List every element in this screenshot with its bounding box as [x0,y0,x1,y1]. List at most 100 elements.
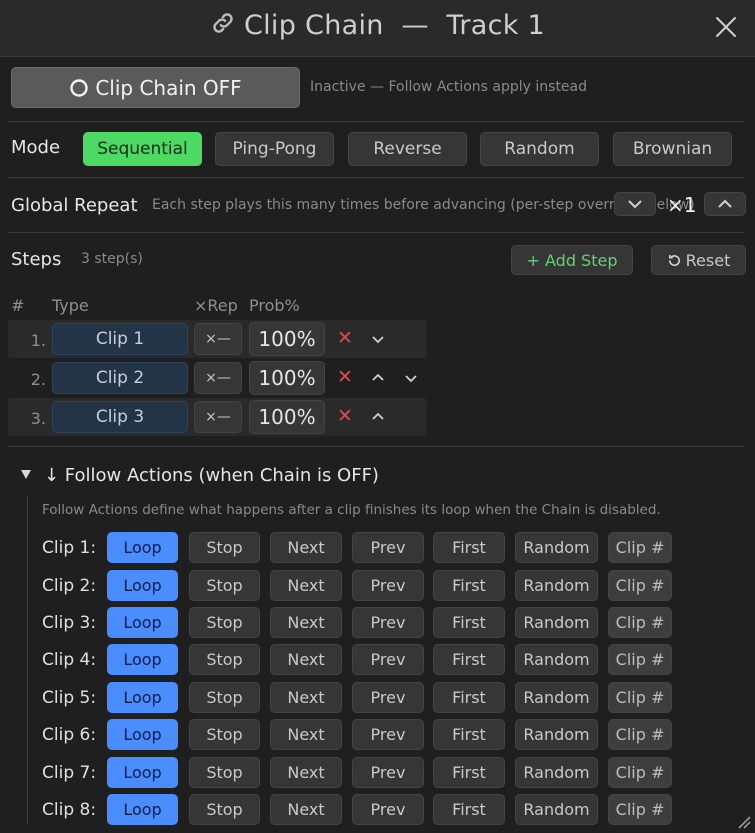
follow-action-random-button[interactable]: Random [515,607,598,638]
follow-action-first-button[interactable]: First [433,607,505,638]
title-bar: Clip Chain — Track 1 [0,0,755,57]
step-probability-field[interactable]: 100% [249,361,325,395]
follow-action-clip-button[interactable]: Clip # [608,570,672,601]
move-step-up-button[interactable] [371,412,385,421]
follow-action-prev-button[interactable]: Prev [352,570,424,601]
move-step-up-button[interactable] [371,373,385,382]
follow-action-clip-button[interactable]: Clip # [608,532,672,563]
follow-action-prev-button[interactable]: Prev [352,757,424,788]
circle-icon [70,78,89,97]
follow-action-loop-button[interactable]: Loop [107,757,178,788]
follow-action-stop-button[interactable]: Stop [189,682,260,713]
follow-action-prev-button[interactable]: Prev [352,719,424,750]
mode-option-reverse[interactable]: Reverse [348,132,467,166]
mode-option-ping-pong[interactable]: Ping-Pong [215,132,334,166]
follow-action-random-button[interactable]: Random [515,719,598,750]
follow-action-loop-button[interactable]: Loop [107,532,178,563]
global-repeat-value: ×1 [667,193,697,217]
follow-action-stop-button[interactable]: Stop [189,719,260,750]
step-repeat-field[interactable]: ×— [194,401,242,433]
follow-action-clip-button[interactable]: Clip # [608,794,672,825]
follow-action-clip-button[interactable]: Clip # [608,644,672,675]
follow-action-clip-button[interactable]: Clip # [608,607,672,638]
follow-action-first-button[interactable]: First [433,570,505,601]
follow-action-first-button[interactable]: First [433,682,505,713]
follow-action-clip-button[interactable]: Clip # [608,719,672,750]
follow-action-first-button[interactable]: First [433,719,505,750]
steps-label: Steps [11,249,62,270]
global-repeat-decrement-button[interactable] [614,192,656,216]
follow-action-next-button[interactable]: Next [270,757,342,788]
follow-action-next-button[interactable]: Next [270,682,342,713]
follow-action-random-button[interactable]: Random [515,757,598,788]
clip-chain-window: Clip Chain — Track 1 Clip Chain OFF Inac… [0,0,755,833]
mode-option-sequential[interactable]: Sequential [83,132,202,166]
follow-action-first-button[interactable]: First [433,757,505,788]
follow-action-prev-button[interactable]: Prev [352,644,424,675]
follow-action-next-button[interactable]: Next [270,719,342,750]
window-title-track: Track 1 [446,10,546,41]
chevron-down-icon [628,200,642,209]
follow-action-next-button[interactable]: Next [270,570,342,601]
follow-action-random-button[interactable]: Random [515,682,598,713]
step-probability-field[interactable]: 100% [249,322,325,356]
follow-action-clip-label: Clip 4: [42,650,97,670]
delete-step-button[interactable]: ✕ [337,366,353,388]
follow-action-prev-button[interactable]: Prev [352,682,424,713]
follow-action-stop-button[interactable]: Stop [189,644,260,675]
follow-action-next-button[interactable]: Next [270,532,342,563]
follow-action-loop-button[interactable]: Loop [107,607,178,638]
follow-action-stop-button[interactable]: Stop [189,794,260,825]
mode-option-brownian[interactable]: Brownian [613,132,732,166]
reset-button[interactable]: Reset [651,245,746,275]
follow-action-stop-button[interactable]: Stop [189,532,260,563]
follow-action-random-button[interactable]: Random [515,532,598,563]
step-probability-field[interactable]: 100% [249,400,325,434]
mode-option-random[interactable]: Random [480,132,599,166]
follow-action-loop-button[interactable]: Loop [107,719,178,750]
move-step-down-button[interactable] [371,335,385,344]
follow-action-first-button[interactable]: First [433,532,505,563]
follow-action-random-button[interactable]: Random [515,570,598,601]
follow-action-prev-button[interactable]: Prev [352,607,424,638]
follow-action-clip-button[interactable]: Clip # [608,757,672,788]
divider [8,446,745,447]
follow-action-stop-button[interactable]: Stop [189,607,260,638]
step-clip-select[interactable]: Clip 1 [52,323,188,355]
follow-action-next-button[interactable]: Next [270,644,342,675]
follow-action-stop-button[interactable]: Stop [189,757,260,788]
follow-action-loop-button[interactable]: Loop [107,644,178,675]
global-repeat-increment-button[interactable] [704,192,746,216]
follow-action-first-button[interactable]: First [433,794,505,825]
chevron-up-icon [718,199,732,208]
follow-action-clip-button[interactable]: Clip # [608,682,672,713]
step-clip-select[interactable]: Clip 2 [52,362,188,394]
follow-action-clip-label: Clip 6: [42,725,97,745]
follow-action-loop-button[interactable]: Loop [107,794,178,825]
clip-chain-toggle-button[interactable]: Clip Chain OFF [11,67,300,108]
follow-action-stop-button[interactable]: Stop [189,570,260,601]
step-clip-select[interactable]: Clip 3 [52,401,188,433]
delete-step-button[interactable]: ✕ [337,327,353,349]
add-step-button[interactable]: + Add Step [511,245,633,275]
follow-action-first-button[interactable]: First [433,644,505,675]
step-number: 2. [30,370,46,389]
follow-action-random-button[interactable]: Random [515,794,598,825]
collapse-toggle-button[interactable] [20,469,32,480]
delete-icon: ✕ [337,366,353,388]
move-step-down-button[interactable] [404,374,418,383]
follow-action-random-button[interactable]: Random [515,644,598,675]
follow-action-loop-button[interactable]: Loop [107,570,178,601]
close-icon [716,17,736,37]
step-repeat-field[interactable]: ×— [194,323,242,355]
delete-step-button[interactable]: ✕ [337,405,353,427]
clip-chain-toggle-label: Clip Chain OFF [95,75,242,100]
close-button[interactable] [711,12,741,42]
resize-grip-icon[interactable] [735,813,751,829]
follow-action-prev-button[interactable]: Prev [352,794,424,825]
follow-action-prev-button[interactable]: Prev [352,532,424,563]
follow-action-next-button[interactable]: Next [270,607,342,638]
step-repeat-field[interactable]: ×— [194,362,242,394]
follow-action-next-button[interactable]: Next [270,794,342,825]
follow-action-loop-button[interactable]: Loop [107,682,178,713]
